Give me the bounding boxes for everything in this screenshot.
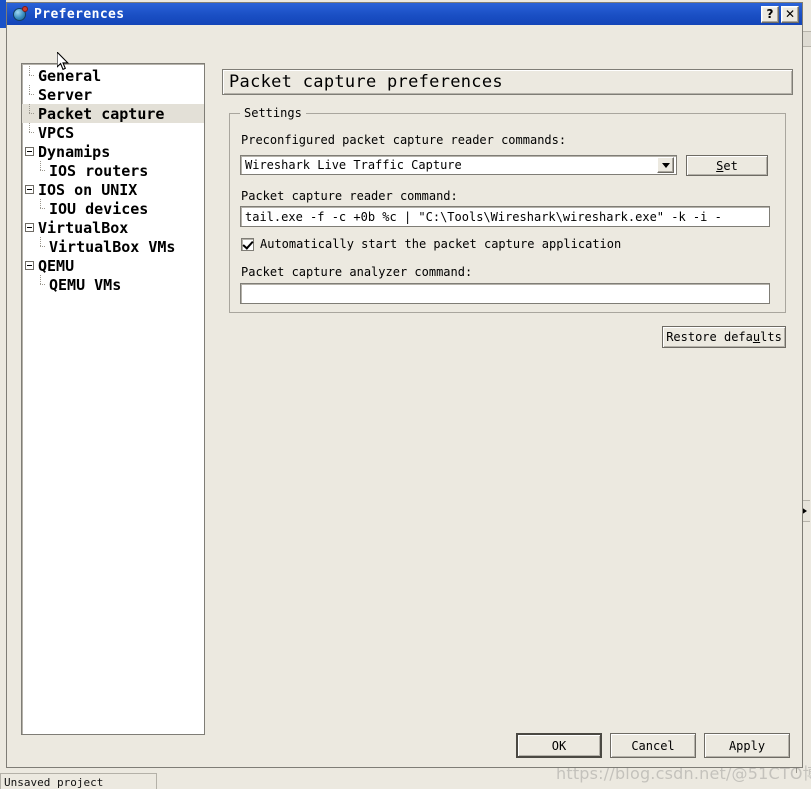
status-bar-filler [153,773,811,789]
sidebar-item-label: VPCS [38,123,75,142]
collapse-icon[interactable] [24,142,37,161]
sidebar-item-label: QEMU VMs [49,275,122,294]
sidebar-item-label: IOU devices [49,199,149,218]
tree-guide-icon [35,199,48,218]
tree-guide-icon [35,275,48,294]
set-button[interactable]: Set [686,155,768,176]
globe-icon [12,6,28,22]
autostart-checkbox-row[interactable]: Automatically start the packet capture a… [241,237,621,251]
sidebar-item-virtualbox-vms[interactable]: VirtualBox VMs [22,237,204,256]
reader-command-input[interactable] [240,206,770,227]
sidebar-item-label: VirtualBox VMs [49,237,176,256]
dialog-titlebar[interactable]: Preferences ? ✕ [7,3,802,25]
preconfigured-commands-value: Wireshark Live Traffic Capture [245,158,462,172]
apply-button[interactable]: Apply [704,733,790,758]
dialog-body: General Server Packet capture VPCS Dynamips I… [7,25,802,767]
collapse-icon[interactable] [24,180,37,199]
sidebar-item-general[interactable]: General [22,66,204,85]
sidebar-item-label: IOS routers [49,161,149,180]
sidebar-item-label: Dynamips [38,142,111,161]
analyzer-command-input[interactable] [240,283,770,304]
set-button-label: Set [716,159,738,173]
sidebar-item-label: General [38,66,102,85]
tree-guide-icon [35,237,48,256]
page-title: Packet capture preferences [222,69,793,95]
sidebar-item-qemu-vms[interactable]: QEMU VMs [22,275,204,294]
chevron-down-icon[interactable] [657,157,674,173]
dialog-button-bar: OK Cancel Apply [7,733,802,761]
autostart-label: Automatically start the packet capture a… [260,237,622,251]
sidebar-item-dynamips[interactable]: Dynamips [22,142,204,161]
preconfigured-commands-label: Preconfigured packet capture reader comm… [241,133,567,147]
collapse-icon[interactable] [24,256,37,275]
close-button[interactable]: ✕ [781,5,799,23]
sidebar-item-label: Packet capture [38,104,165,123]
sidebar-item-packet-capture[interactable]: Packet capture [22,104,204,123]
preferences-tree[interactable]: General Server Packet capture VPCS Dynamips I… [21,63,205,735]
restore-defaults-post: lts [760,330,782,344]
tree-guide-icon [24,66,37,85]
help-button[interactable]: ? [761,5,779,23]
tree-guide-icon [35,161,48,180]
restore-defaults-button[interactable]: Restore defaults [662,326,786,348]
tree-guide-icon [24,104,37,123]
tree-guide-icon [24,123,37,142]
analyzer-command-label: Packet capture analyzer command: [241,265,473,279]
sidebar-item-vpcs[interactable]: VPCS [22,123,204,142]
sidebar-item-label: IOS on UNIX [38,180,138,199]
screen: Unsaved project Preferences ? ✕ General S… [0,0,811,789]
status-bar: Unsaved project [0,773,157,789]
sidebar-item-iou-devices[interactable]: IOU devices [22,199,204,218]
sidebar-item-label: Server [38,85,93,104]
sidebar-item-ios-routers[interactable]: IOS routers [22,161,204,180]
sidebar-item-ios-on-unix[interactable]: IOS on UNIX [22,180,204,199]
sidebar-item-label: QEMU [38,256,75,275]
sidebar-item-label: VirtualBox [38,218,129,237]
ok-button[interactable]: OK [516,733,602,758]
titlebar-buttons: ? ✕ [761,5,799,23]
collapse-icon[interactable] [24,218,37,237]
preconfigured-commands-dropdown[interactable]: Wireshark Live Traffic Capture [240,155,677,175]
restore-defaults-pre: Restore defa [666,330,753,344]
restore-defaults-label: Restore defaults [666,330,782,344]
reader-command-label: Packet capture reader command: [241,189,458,203]
cancel-button[interactable]: Cancel [610,733,696,758]
groupbox-title: Settings [240,106,306,120]
set-button-rest: et [723,158,738,173]
autostart-checkbox[interactable] [241,237,254,251]
tree-guide-icon [24,85,37,104]
preferences-dialog: Preferences ? ✕ General Server Packet capt… [6,2,803,768]
sidebar-item-virtualbox[interactable]: VirtualBox [22,218,204,237]
sidebar-item-server[interactable]: Server [22,85,204,104]
dialog-title: Preferences [34,6,125,22]
sidebar-item-qemu[interactable]: QEMU [22,256,204,275]
